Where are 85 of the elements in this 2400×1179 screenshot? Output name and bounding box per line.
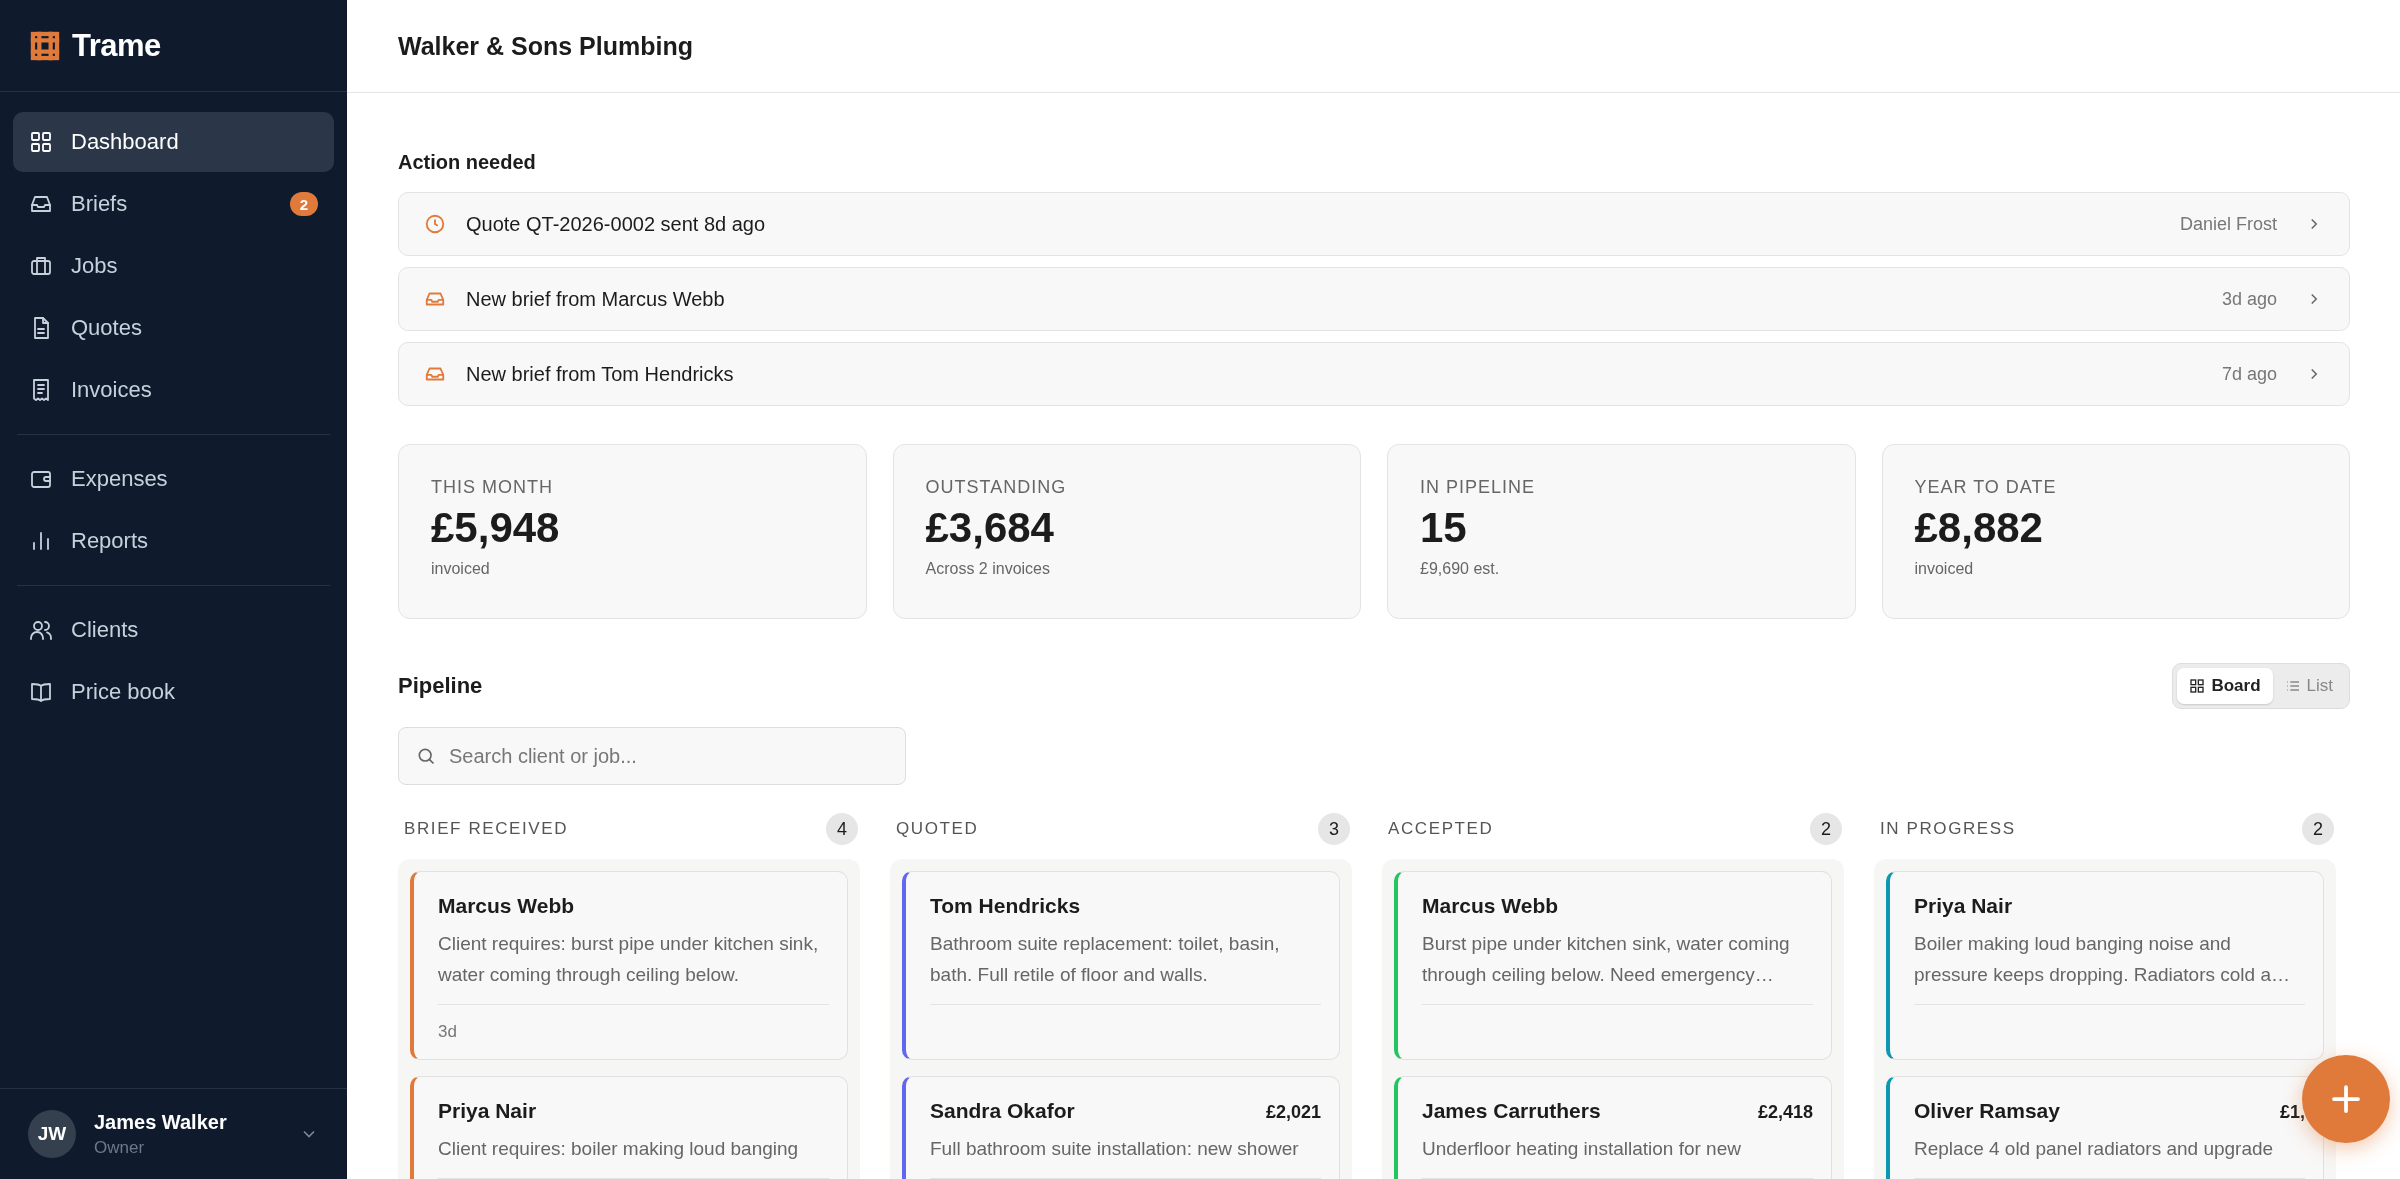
stat-label: THIS MONTH — [431, 477, 554, 498]
job-description: Client requires: boiler making loud banging — [438, 1137, 800, 1161]
job-description: Full bathroom suite installation: new shower — [930, 1137, 1300, 1161]
user-name: James Walker — [94, 1110, 228, 1134]
job-card[interactable]: Priya Nair Boiler making loud banging noise and pressure keeps dropping. Radiators cold a… — [1886, 871, 2324, 1060]
page-title: Walker & Sons Plumbing — [398, 31, 693, 61]
job-description: Bathroom suite replacement: toilet, basin, bath. Full retile of floor and walls. — [930, 932, 1281, 987]
client-name: Marcus Webb — [1422, 894, 1559, 918]
stat-note: £9,690 est. — [1420, 560, 1501, 578]
count-badge: 3 — [1318, 813, 1350, 845]
grid-icon — [2189, 678, 2206, 694]
count-badge: 2 — [2302, 813, 2334, 845]
briefcase-icon — [29, 254, 53, 278]
action-item[interactable]: New brief from Tom Hendricks 7d ago — [398, 342, 2350, 406]
column-title: QUOTED — [896, 819, 979, 839]
nav-item[interactable]: Briefs 2 — [13, 174, 334, 234]
count-badge: 4 — [826, 813, 858, 845]
users-icon — [29, 618, 53, 642]
job-card[interactable]: Marcus Webb Burst pipe under kitchen sink, water coming through ceiling below. Need emergency… — [1394, 871, 1832, 1060]
amount: £1, — [2279, 1102, 2305, 1123]
client-name: James Carruthers — [1422, 1099, 1601, 1123]
column-title: IN PROGRESS — [1880, 819, 2016, 839]
clock-icon — [424, 213, 446, 235]
section-title: Pipeline — [398, 673, 483, 699]
action-meta: 7d ago — [2221, 363, 2277, 385]
action-text: New brief from Marcus Webb — [466, 287, 726, 311]
action-item[interactable]: New brief from Marcus Webb 3d ago — [398, 267, 2350, 331]
job-description: Replace 4 old panel radiators and upgrade — [1914, 1137, 2275, 1161]
search-icon — [416, 746, 436, 766]
nav-item[interactable]: Reports — [13, 511, 334, 571]
nav-item[interactable]: Jobs — [13, 236, 334, 296]
stat-note: Across 2 invoices — [925, 560, 1051, 578]
job-description: Underfloor heating installation for new — [1422, 1137, 1742, 1161]
client-name: Sandra Okafor — [930, 1099, 1075, 1123]
stat-note: invoiced — [431, 560, 491, 578]
nav-item[interactable]: Price book — [13, 662, 334, 722]
add-button[interactable] — [2302, 1055, 2390, 1143]
job-card[interactable]: Marcus Webb Client requires: burst pipe under kitchen sink, water coming through ceiling below. 3d — [410, 871, 848, 1060]
stat-label: YEAR TO DATE — [1914, 477, 2058, 498]
job-card[interactable]: James Carruthers £2,418 Underfloor heating installation for new — [1394, 1076, 1832, 1179]
job-description: Burst pipe under kitchen sink, water coming through ceiling below. Need emergency… — [1422, 932, 1791, 987]
count-badge: 2 — [1810, 813, 1842, 845]
age-label: 3d — [438, 1022, 457, 1042]
client-name: Priya Nair — [1914, 894, 2013, 918]
client-name: Oliver Ramsay — [1914, 1099, 2060, 1123]
grid-icon — [29, 130, 53, 154]
action-text: Quote QT-2026-0002 sent 8d ago — [466, 212, 767, 236]
client-name: Priya Nair — [438, 1099, 537, 1123]
nav-item[interactable]: Quotes — [13, 298, 334, 358]
stat-label: OUTSTANDING — [925, 477, 1068, 498]
nav-item[interactable]: Dashboard — [13, 112, 334, 172]
amount: £2,021 — [1265, 1102, 1321, 1123]
column-title: ACCEPTED — [1388, 819, 1494, 839]
stat-note: invoiced — [1914, 560, 1975, 578]
book-icon — [29, 680, 53, 704]
app-name: Trame — [72, 27, 161, 64]
action-item[interactable]: Quote QT-2026-0002 sent 8d ago Daniel Frost — [398, 192, 2350, 256]
user-role: Owner — [94, 1137, 146, 1158]
stat-value: £3,684 — [925, 504, 1055, 552]
column-title: BRIEF RECEIVED — [404, 819, 569, 839]
stat-value: 15 — [1420, 504, 1468, 552]
job-description: Client requires: burst pipe under kitchen sink, water coming through ceiling below. — [438, 932, 820, 987]
job-description: Boiler making loud banging noise and pressure keeps dropping. Radiators cold a… — [1914, 932, 2291, 987]
search-field[interactable]: Search client or job... — [398, 727, 906, 785]
count-badge: 2 — [290, 192, 318, 216]
nav-item[interactable]: Expenses — [13, 449, 334, 509]
job-card[interactable]: Sandra Okafor £2,021 Full bathroom suite installation: new shower — [902, 1076, 1340, 1179]
action-text: New brief from Tom Hendricks — [466, 362, 735, 386]
list-icon — [2284, 678, 2301, 694]
stat-value: £5,948 — [431, 504, 561, 552]
job-card[interactable]: Priya Nair Client requires: boiler making loud banging — [410, 1076, 848, 1179]
stat-value: £8,882 — [1914, 504, 2044, 552]
client-name: Marcus Webb — [438, 894, 575, 918]
view-tab[interactable]: Board — [2177, 668, 2273, 704]
nav-item[interactable]: Clients — [13, 600, 334, 660]
action-meta: 3d ago — [2221, 288, 2277, 310]
stat-label: IN PIPELINE — [1420, 477, 1537, 498]
amount: £2,418 — [1757, 1102, 1813, 1123]
action-meta: Daniel Frost — [2179, 213, 2277, 235]
job-card[interactable]: Tom Hendricks Bathroom suite replacement: toilet, basin, bath. Full retile of floor and walls. — [902, 871, 1340, 1060]
section-title: Action needed — [398, 151, 537, 174]
avatar: JW — [28, 1110, 76, 1158]
job-card[interactable]: Oliver Ramsay £1, Replace 4 old panel radiators and upgrade — [1886, 1076, 2324, 1179]
nav-item[interactable]: Invoices — [13, 360, 334, 420]
client-name: Tom Hendricks — [930, 894, 1081, 918]
